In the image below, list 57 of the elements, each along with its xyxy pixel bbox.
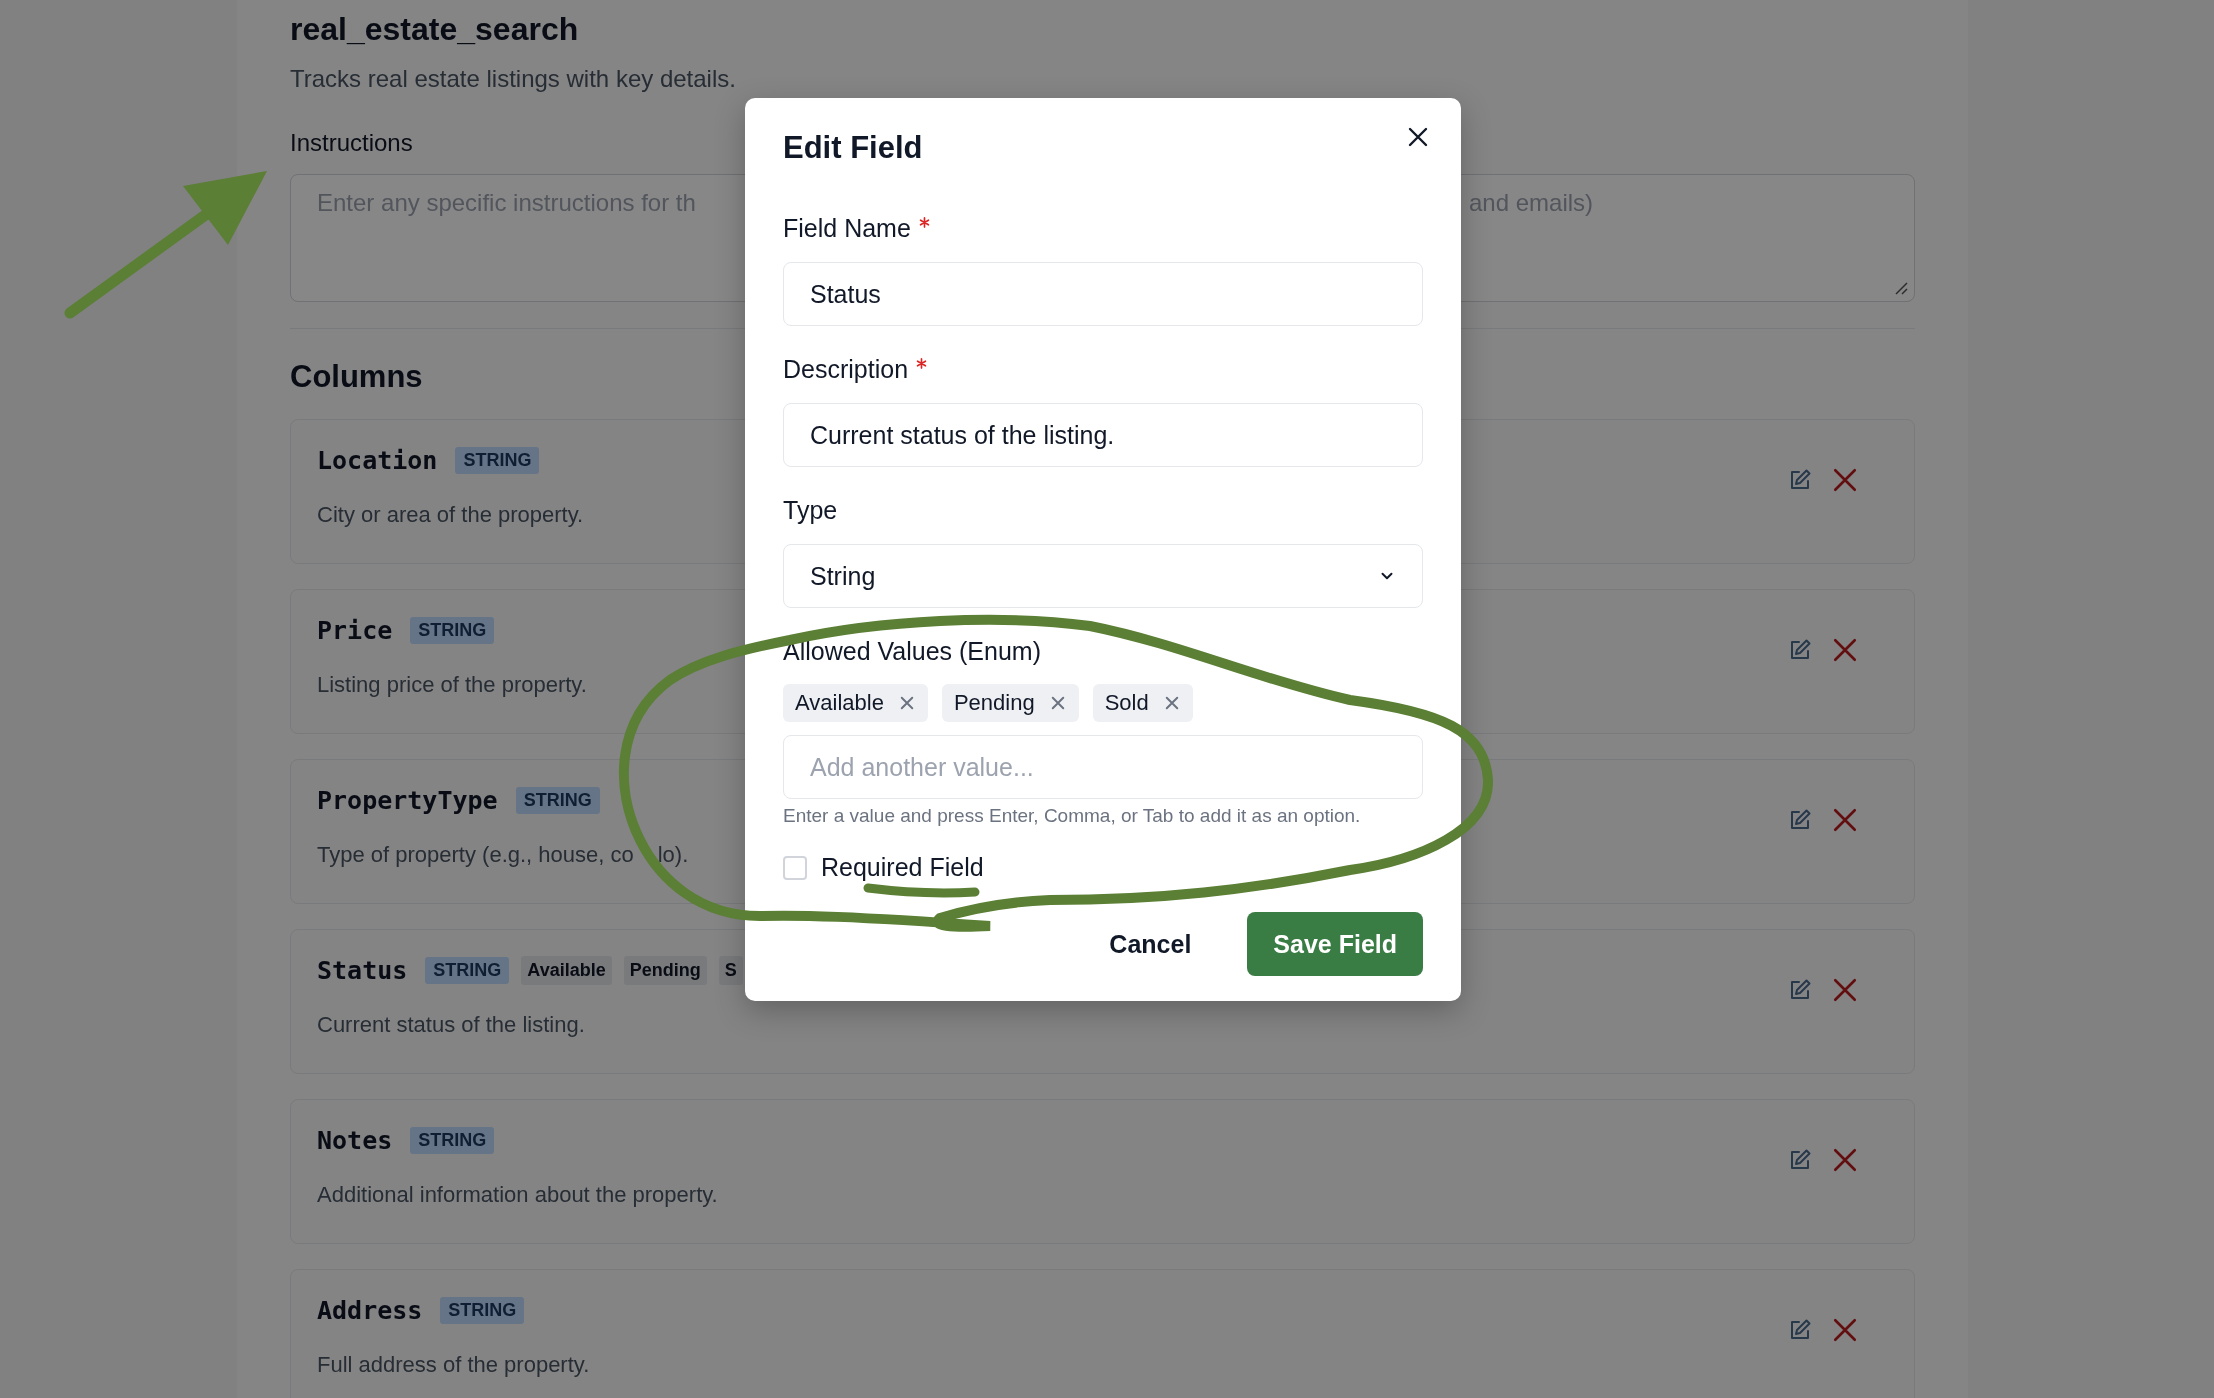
section-heading: Columns (290, 358, 423, 396)
delete-icon[interactable] (1832, 807, 1858, 833)
help-text: Enter a value and press Enter, Comma, or Tab to add it as an option. (783, 805, 1361, 827)
enum-tag: Available (521, 955, 612, 985)
delete-icon[interactable] (1832, 1317, 1858, 1343)
column-description: Listing price of the property. (317, 672, 587, 698)
edit-icon[interactable] (1788, 978, 1812, 1002)
type-tag: STRING (410, 1126, 495, 1154)
delete-icon[interactable] (1832, 637, 1858, 663)
resize-handle-icon[interactable] (1894, 281, 1908, 295)
text-field[interactable]: Status (783, 262, 1423, 326)
page-description: Tracks real estate listings with key details. (290, 64, 736, 94)
checkbox-label: Required Field (821, 853, 984, 882)
type-dropdown[interactable]: String (783, 544, 1423, 608)
instructions-label: Instructions (290, 128, 413, 158)
edit-icon[interactable] (1788, 468, 1812, 492)
column-description: Type of property (e.g., house, co (317, 842, 634, 868)
close-icon[interactable] (1406, 125, 1430, 149)
type-tag: STRING (440, 1296, 525, 1324)
field-label: Allowed Values (Enum) (783, 636, 1041, 666)
column-description: Full address of the property. (317, 1352, 590, 1378)
text-field[interactable]: Current status of the listing. (783, 403, 1423, 467)
field-label: Field Name (783, 213, 930, 243)
value-input-field[interactable]: Add another value... (783, 735, 1423, 799)
column-name: Location (317, 445, 438, 475)
type-tag: STRING (455, 446, 540, 474)
save-button[interactable]: Save Field (1247, 912, 1423, 976)
column-description: lo). (657, 842, 689, 868)
edit-icon[interactable] (1788, 638, 1812, 662)
value-chip: Sold (1092, 684, 1193, 722)
field-label: Type (783, 495, 838, 525)
column-name: PropertyType (317, 785, 498, 815)
column-name: Status (317, 955, 408, 985)
dialog-title: Edit Field (783, 130, 923, 166)
edit-icon[interactable] (1788, 1148, 1812, 1172)
delete-icon[interactable] (1832, 977, 1858, 1003)
delete-icon[interactable] (1832, 1147, 1858, 1173)
required-checkbox[interactable] (783, 855, 807, 880)
value-chip: Available (783, 684, 928, 722)
field-label: Description (783, 354, 928, 384)
column-description: City or area of the property. (317, 502, 584, 528)
column-description: Additional information about the property. (317, 1182, 718, 1208)
type-tag: STRING (410, 616, 495, 644)
page-title: real_estate_search (290, 10, 579, 49)
enum-tag: Pending (623, 955, 707, 985)
edit-icon[interactable] (1788, 808, 1812, 832)
type-tag: STRING (425, 956, 510, 984)
column-name: Notes (317, 1125, 393, 1155)
cancel-button[interactable]: Cancel (1083, 912, 1218, 976)
enum-tag: S (718, 955, 743, 985)
column-name: Price (317, 615, 393, 645)
column-description: Current status of the listing. (317, 1012, 585, 1038)
edit-icon[interactable] (1788, 1318, 1812, 1342)
value-chip: Pending (941, 684, 1079, 722)
type-tag: STRING (515, 786, 600, 814)
delete-icon[interactable] (1832, 467, 1858, 493)
column-name: Address (317, 1295, 423, 1325)
